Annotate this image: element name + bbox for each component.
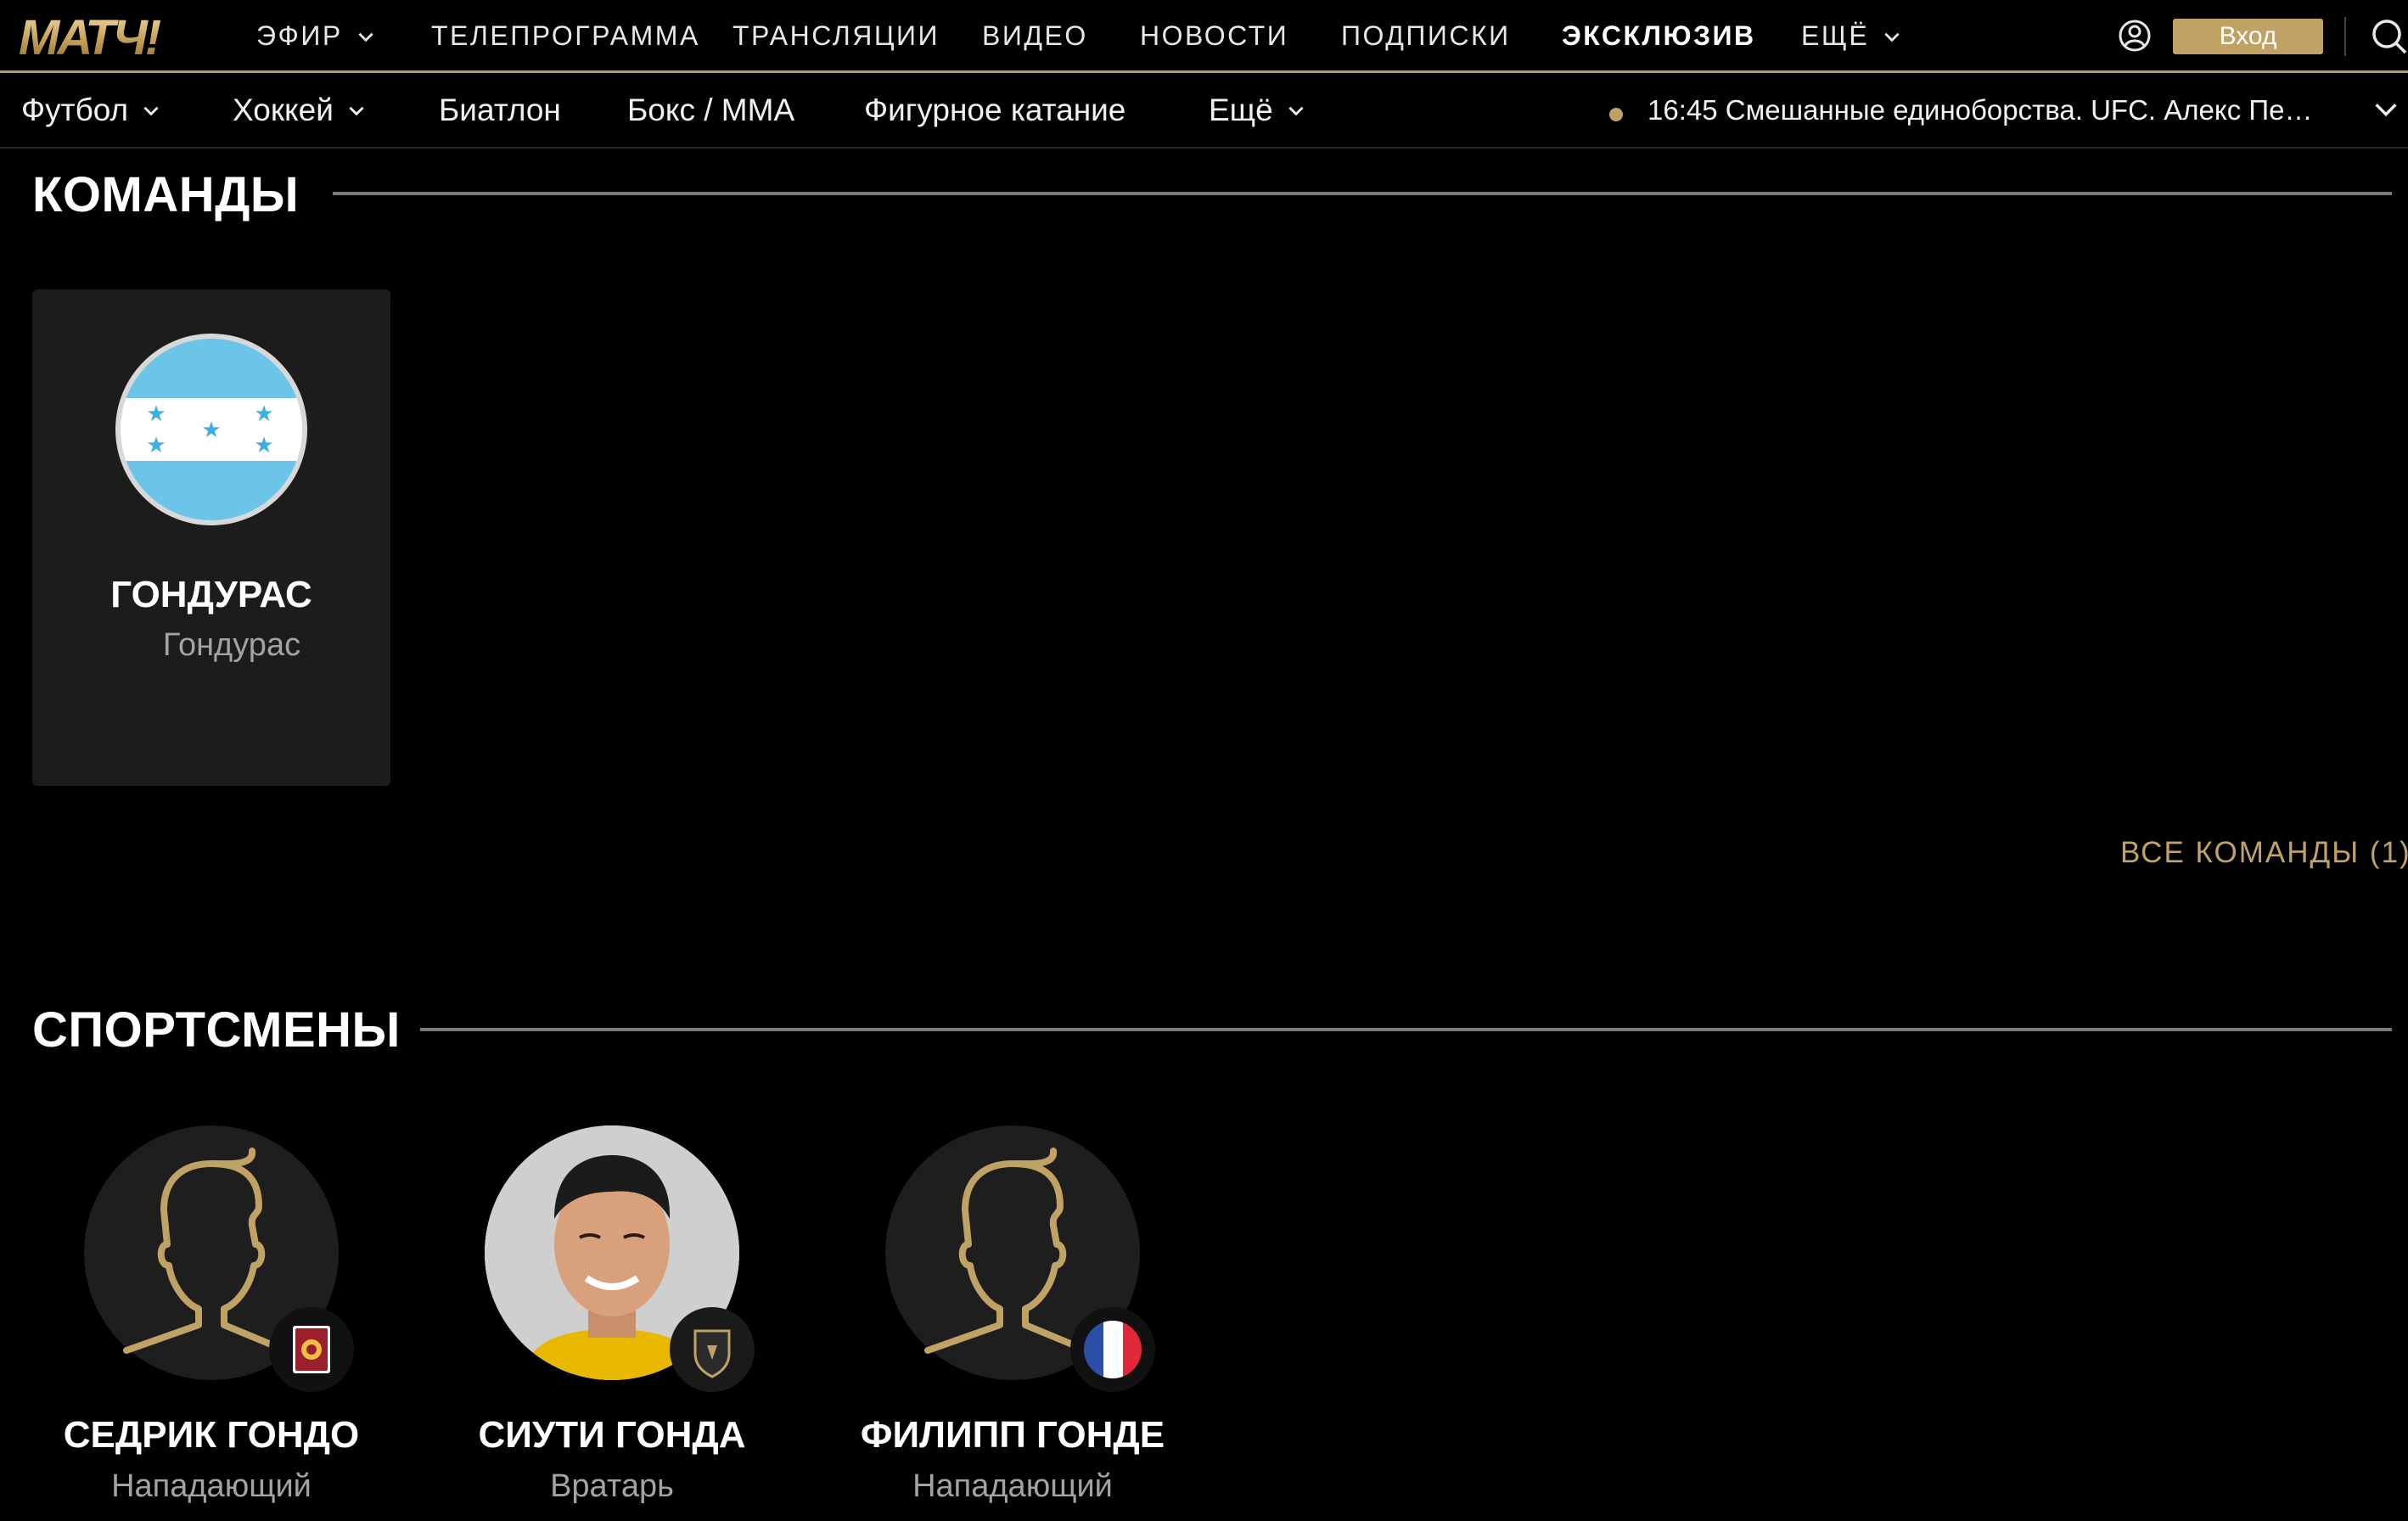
athlete-card[interactable]: ФИЛИПП ГОНДЕ Нападающий — [861, 1125, 1191, 1516]
chevron-down-icon — [349, 106, 364, 116]
athlete-position: Нападающий — [111, 1468, 312, 1504]
subnav-boxing-mma[interactable]: Бокс / ММА — [627, 93, 794, 128]
nav-podpiski[interactable]: ПОДПИСКИ — [1341, 20, 1511, 52]
subnav-more[interactable]: Ещё — [1209, 93, 1307, 128]
nav-novosti[interactable]: НОВОСТИ — [1140, 20, 1288, 52]
svg-text:★: ★ — [201, 418, 221, 443]
team-name: ГОНДУРАС — [110, 574, 312, 615]
section-divider — [420, 1028, 2392, 1031]
chevron-down-icon — [1288, 106, 1304, 116]
nav-eksklyuziv-label: ЭКСКЛЮЗИВ — [1562, 20, 1756, 51]
honduras-flag-icon: ★ ★ ★ ★ ★ — [115, 334, 307, 525]
subnav-biathlon[interactable]: Биатлон — [439, 93, 561, 128]
nav-novosti-label: НОВОСТИ — [1140, 20, 1289, 51]
team-country: Гондурас — [162, 627, 301, 663]
chevron-down-icon[interactable] — [2372, 95, 2400, 124]
nav-translyatsii-label: ТРАНСЛЯЦИИ — [733, 20, 940, 51]
subnav-biathlon-label: Биатлон — [439, 93, 561, 127]
subnav-football[interactable]: Футбол — [21, 93, 162, 128]
section-divider — [333, 192, 2392, 195]
nav-video-label: ВИДЕО — [982, 20, 1088, 51]
nav-eshche[interactable]: ЕЩЁ — [1801, 20, 1903, 52]
athlete-card[interactable]: СИУТИ ГОНДА Вратарь — [479, 1125, 790, 1516]
nav-efir-label: ЭФИР — [256, 20, 343, 51]
athlete-name: СЕДРИК ГОНДО — [63, 1414, 360, 1456]
subnav-figure-skating-label: Фигурное катание — [864, 93, 1126, 127]
nav-podpiski-label: ПОДПИСКИ — [1341, 20, 1511, 51]
all-teams-link[interactable]: ВСЕ КОМАНДЫ (1) — [2120, 836, 2408, 870]
user-account-icon[interactable] — [2118, 19, 2152, 53]
athletes-section-title: СПОРТСМЕНЫ — [32, 1002, 401, 1058]
subnav-more-label: Ещё — [1209, 93, 1273, 127]
svg-text:МАТЧ!: МАТЧ! — [19, 10, 161, 63]
athlete-position: Нападающий — [912, 1468, 1113, 1504]
svg-text:★: ★ — [254, 433, 273, 458]
nav-efir[interactable]: ЭФИР — [256, 20, 377, 52]
nav-eshche-label: ЕЩЁ — [1801, 20, 1870, 51]
athlete-name: ФИЛИПП ГОНДЕ — [860, 1414, 1165, 1456]
top-navigation: МАТЧ! ЭФИР ТЕЛЕПРОГРАММА ТРАНСЛЯЦИИ ВИДЕ… — [0, 0, 2408, 73]
chevron-down-icon — [143, 106, 159, 116]
live-broadcast-ticker[interactable]: 16:45 Смешанные единоборства. UFC. Алекс… — [1647, 94, 2327, 126]
subnav-hockey-label: Хоккей — [233, 93, 334, 127]
nav-eksklyuziv[interactable]: ЭКСКЛЮЗИВ — [1562, 20, 1756, 52]
team-card[interactable]: ★ ★ ★ ★ ★ ГОНДУРАС Гондурас — [32, 289, 390, 786]
nav-teleprogramma[interactable]: ТЕЛЕПРОГРАММА — [431, 20, 700, 52]
live-indicator-dot — [1609, 108, 1623, 121]
login-button[interactable]: Вход — [2173, 19, 2323, 54]
teams-section-title: КОМАНДЫ — [32, 167, 300, 222]
subnav-boxing-mma-label: Бокс / ММА — [627, 93, 795, 127]
nav-translyatsii[interactable]: ТРАНСЛЯЦИИ — [733, 20, 940, 52]
nav-divider — [2344, 17, 2346, 56]
sport-navigation: Футбол Хоккей Биатлон Бокс / ММА Фигурно… — [0, 76, 2408, 149]
subnav-football-label: Футбол — [21, 93, 129, 127]
match-logo[interactable]: МАТЧ! — [19, 10, 197, 63]
nav-teleprogramma-label: ТЕЛЕПРОГРАММА — [431, 20, 700, 51]
search-icon[interactable] — [2368, 15, 2408, 56]
chevron-down-icon — [1884, 32, 1900, 42]
svg-text:★: ★ — [146, 401, 166, 427]
reggiana-crest-icon — [269, 1307, 354, 1392]
france-flag-icon — [1070, 1307, 1155, 1392]
subnav-hockey[interactable]: Хоккей — [233, 93, 368, 128]
subnav-figure-skating[interactable]: Фигурное катание — [864, 93, 1125, 128]
nav-video[interactable]: ВИДЕО — [982, 20, 1088, 52]
svg-text:★: ★ — [146, 433, 166, 458]
athlete-card[interactable]: СЕДРИК ГОНДО Нападающий — [64, 1125, 390, 1516]
club-crest-icon — [670, 1307, 755, 1392]
athlete-name: СИУТИ ГОНДА — [478, 1414, 746, 1456]
svg-text:★: ★ — [254, 401, 273, 427]
athlete-position: Вратарь — [550, 1468, 674, 1504]
chevron-down-icon — [358, 32, 373, 42]
